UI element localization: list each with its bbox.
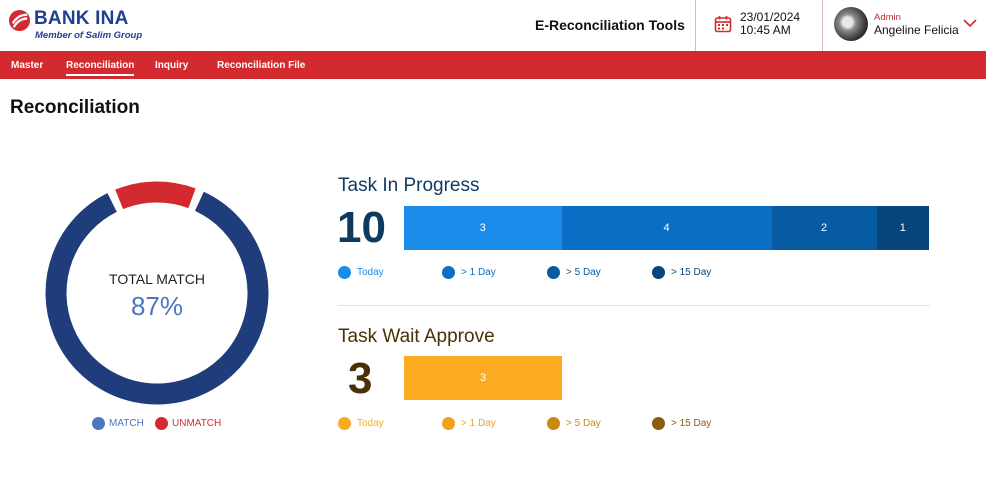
legend-match-label: MATCH [109,417,144,429]
twa-legend-item: > 5 Day [547,417,601,430]
task-in-progress-bar: 3421 [404,206,929,250]
legend-unmatch-label: UNMATCH [172,417,222,429]
legend-label: Today [357,267,384,278]
tip-bar-segment: 4 [561,206,772,250]
legend-dot-icon [442,266,455,279]
header-divider [695,0,696,51]
tip-bar-segment: 2 [771,206,877,250]
task-in-progress-count: 10 [337,203,386,252]
task-wait-approve-legend: Today > 1 Day > 5 Day > 15 Day [338,417,930,431]
legend-label: > 15 Day [671,267,712,278]
nav-item-inquiry[interactable]: Inquiry [155,60,188,71]
twa-legend-item: Today [338,417,384,430]
legend-label: > 1 Day [461,267,496,278]
match-dot-icon [92,416,105,430]
app-title: E-Reconciliation Tools [535,17,685,33]
unmatch-dot-icon [155,416,168,430]
header-divider [822,0,823,51]
user-role: Admin [874,12,901,23]
legend-label: > 5 Day [566,418,601,429]
total-match-label: TOTAL MATCH [109,271,205,287]
twa-legend-item: > 1 Day [442,417,496,430]
task-in-progress-title: Task In Progress [338,175,480,196]
task-wait-approve-title: Task Wait Approve [338,326,495,347]
page-title: Reconciliation [10,97,140,118]
legend-label: > 15 Day [671,418,712,429]
user-name: Angeline Felicia [874,23,959,37]
legend-dot-icon [338,417,351,430]
current-datetime: 23/01/2024 10:45 AM [740,11,800,37]
brand-tagline: Member of Salim Group [35,30,143,41]
section-divider [338,305,930,306]
bank-ina-logo-icon [8,9,31,32]
legend-dot-icon [442,417,455,430]
legend-label: > 1 Day [461,418,496,429]
legend-dot-icon [547,417,560,430]
legend-dot-icon [652,417,665,430]
tip-legend-item: > 15 Day [652,266,711,279]
task-wait-approve-bar: 3 [404,356,562,400]
legend-label: Today [357,418,384,429]
nav-item-master[interactable]: Master [11,60,43,71]
legend-dot-icon [652,266,665,279]
tip-legend-item: > 1 Day [442,266,496,279]
twa-bar-segment: 3 [404,356,562,400]
calendar-icon [714,16,732,33]
brand-name: BANK INA [34,8,129,29]
app-header: BANK INA Member of Salim Group E-Reconci… [0,0,986,51]
bank-logo[interactable]: BANK INA Member of Salim Group [8,8,158,44]
donut-legend-match: MATCH [92,416,144,430]
tip-bar-segment: 3 [404,206,562,250]
tip-legend-item: Today [338,266,384,279]
donut-legend-unmatch: UNMATCH [155,416,221,430]
main-nav: Master Reconciliation Inquiry Reconcilia… [0,51,986,79]
task-wait-approve-count: 3 [348,354,373,403]
tip-bar-segment: 1 [876,206,929,250]
nav-item-reconciliation[interactable]: Reconciliation [66,60,135,76]
chevron-down-icon[interactable] [963,18,977,28]
legend-dot-icon [338,266,351,279]
total-match-value: 87% [130,291,184,321]
twa-legend-item: > 15 Day [652,417,711,430]
current-time: 10:45 AM [740,23,791,37]
user-avatar[interactable] [834,7,868,41]
legend-label: > 5 Day [566,267,601,278]
task-in-progress-legend: Today > 1 Day > 5 Day > 15 Day [338,266,930,280]
legend-dot-icon [547,266,560,279]
tip-legend-item: > 5 Day [547,266,601,279]
nav-item-reconciliation-file[interactable]: Reconciliation File [217,60,305,71]
